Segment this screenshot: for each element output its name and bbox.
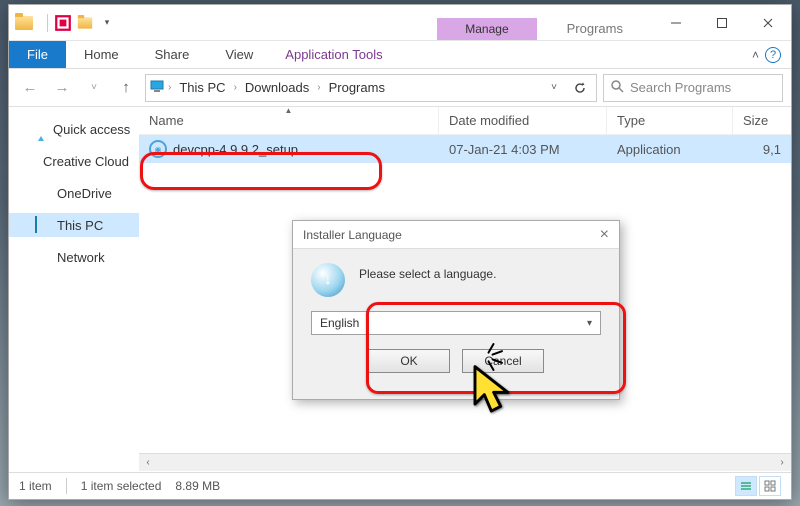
back-button[interactable]: ←: [17, 75, 43, 101]
star-icon: [35, 121, 47, 137]
scroll-left-icon[interactable]: ‹: [139, 454, 157, 472]
file-date: 07-Jan-21 4:03 PM: [439, 142, 607, 157]
cloud-icon: [35, 185, 51, 201]
crumb-this-pc[interactable]: This PC: [175, 80, 229, 95]
nav-network[interactable]: Network: [9, 245, 139, 269]
history-dropdown-icon[interactable]: ˅: [542, 77, 566, 99]
quick-access-toolbar: ▾: [45, 14, 116, 32]
file-name-cell: ◉ devcpp-4.9.9.2_setup: [139, 140, 439, 158]
status-selected: 1 item selected: [81, 479, 162, 493]
recent-locations-dropdown[interactable]: ˅: [81, 75, 107, 101]
installer-icon: ◉: [149, 140, 167, 158]
qat-properties-icon[interactable]: [54, 14, 72, 32]
chevron-right-icon[interactable]: ›: [168, 82, 171, 93]
chevron-down-icon: ▾: [587, 318, 592, 329]
nav-onedrive[interactable]: OneDrive: [9, 181, 139, 205]
nav-quick-access[interactable]: Quick access: [9, 117, 139, 141]
file-row[interactable]: ◉ devcpp-4.9.9.2_setup 07-Jan-21 4:03 PM…: [139, 135, 791, 163]
search-icon: [610, 79, 624, 96]
contextual-tab-manage[interactable]: Manage: [437, 18, 536, 40]
minimize-button[interactable]: [653, 5, 699, 40]
col-date[interactable]: Date modified: [439, 107, 607, 134]
language-combobox[interactable]: English ▾: [311, 311, 601, 335]
status-bar: 1 item 1 item selected 8.89 MB: [9, 472, 791, 499]
search-placeholder: Search Programs: [630, 80, 731, 95]
search-input[interactable]: Search Programs: [603, 74, 783, 102]
selected-language: English: [320, 316, 359, 330]
installer-language-dialog: Installer Language × ↓ Please select a l…: [292, 220, 620, 400]
pc-icon: [35, 217, 51, 233]
cancel-button[interactable]: Cancel: [462, 349, 544, 373]
globe-icon: ↓: [311, 263, 345, 297]
dialog-message: Please select a language.: [359, 263, 496, 281]
scroll-right-icon[interactable]: ›: [773, 454, 791, 472]
file-size: 9,1: [733, 142, 791, 157]
icons-view-button[interactable]: [759, 476, 781, 496]
status-size: 8.89 MB: [175, 479, 220, 493]
help-icon[interactable]: ?: [765, 47, 781, 63]
address-bar-row: ← → ˅ ↑ › This PC › Downloads › Programs…: [9, 69, 791, 107]
refresh-icon[interactable]: [568, 77, 592, 99]
crumb-programs[interactable]: Programs: [325, 80, 389, 95]
qat-new-folder-icon[interactable]: [76, 14, 94, 32]
qat-dropdown-icon[interactable]: ▾: [98, 14, 116, 32]
breadcrumb[interactable]: › This PC › Downloads › Programs ˅: [145, 74, 597, 102]
column-headers: Name▲ Date modified Type Size: [139, 107, 791, 135]
scroll-track[interactable]: [157, 454, 773, 472]
nav-creative-cloud[interactable]: Creative Cloud: [9, 149, 139, 173]
sort-asc-icon: ▲: [285, 106, 293, 115]
tab-home[interactable]: Home: [66, 41, 137, 68]
tab-share[interactable]: Share: [137, 41, 208, 68]
ribbon: File Home Share View Application Tools ˄…: [9, 41, 791, 69]
forward-button[interactable]: →: [49, 75, 75, 101]
col-name[interactable]: Name▲: [139, 107, 439, 134]
network-icon: [35, 249, 51, 265]
up-button[interactable]: ↑: [113, 75, 139, 101]
dialog-title: Installer Language: [303, 228, 402, 242]
chevron-right-icon[interactable]: ›: [317, 82, 320, 93]
file-name: devcpp-4.9.9.2_setup: [173, 142, 298, 157]
maximize-button[interactable]: [699, 5, 745, 40]
folder-icon: [15, 16, 33, 30]
crumb-downloads[interactable]: Downloads: [241, 80, 313, 95]
chevron-right-icon[interactable]: ›: [234, 82, 237, 93]
col-type[interactable]: Type: [607, 107, 733, 134]
file-menu[interactable]: File: [9, 41, 66, 68]
window-title: Programs: [537, 17, 653, 40]
ok-button[interactable]: OK: [368, 349, 450, 373]
status-item-count: 1 item: [19, 479, 52, 493]
cc-icon: [35, 153, 37, 169]
col-size[interactable]: Size: [733, 107, 791, 134]
titlebar: ▾ Manage Programs: [9, 5, 791, 41]
tab-application-tools[interactable]: Application Tools: [271, 41, 396, 68]
manage-tab-label: Manage: [437, 18, 536, 40]
close-button[interactable]: [745, 5, 791, 40]
file-type: Application: [607, 142, 733, 157]
dialog-close-icon[interactable]: ×: [600, 226, 609, 244]
nav-pane: Quick access Creative Cloud OneDrive Thi…: [9, 107, 139, 471]
tab-view[interactable]: View: [207, 41, 271, 68]
nav-this-pc[interactable]: This PC: [9, 213, 139, 237]
dialog-titlebar[interactable]: Installer Language ×: [293, 221, 619, 249]
details-view-button[interactable]: [735, 476, 757, 496]
pc-icon: [150, 79, 164, 96]
horizontal-scrollbar[interactable]: ‹ ›: [139, 453, 791, 471]
collapse-ribbon-icon[interactable]: ˄: [752, 48, 759, 62]
